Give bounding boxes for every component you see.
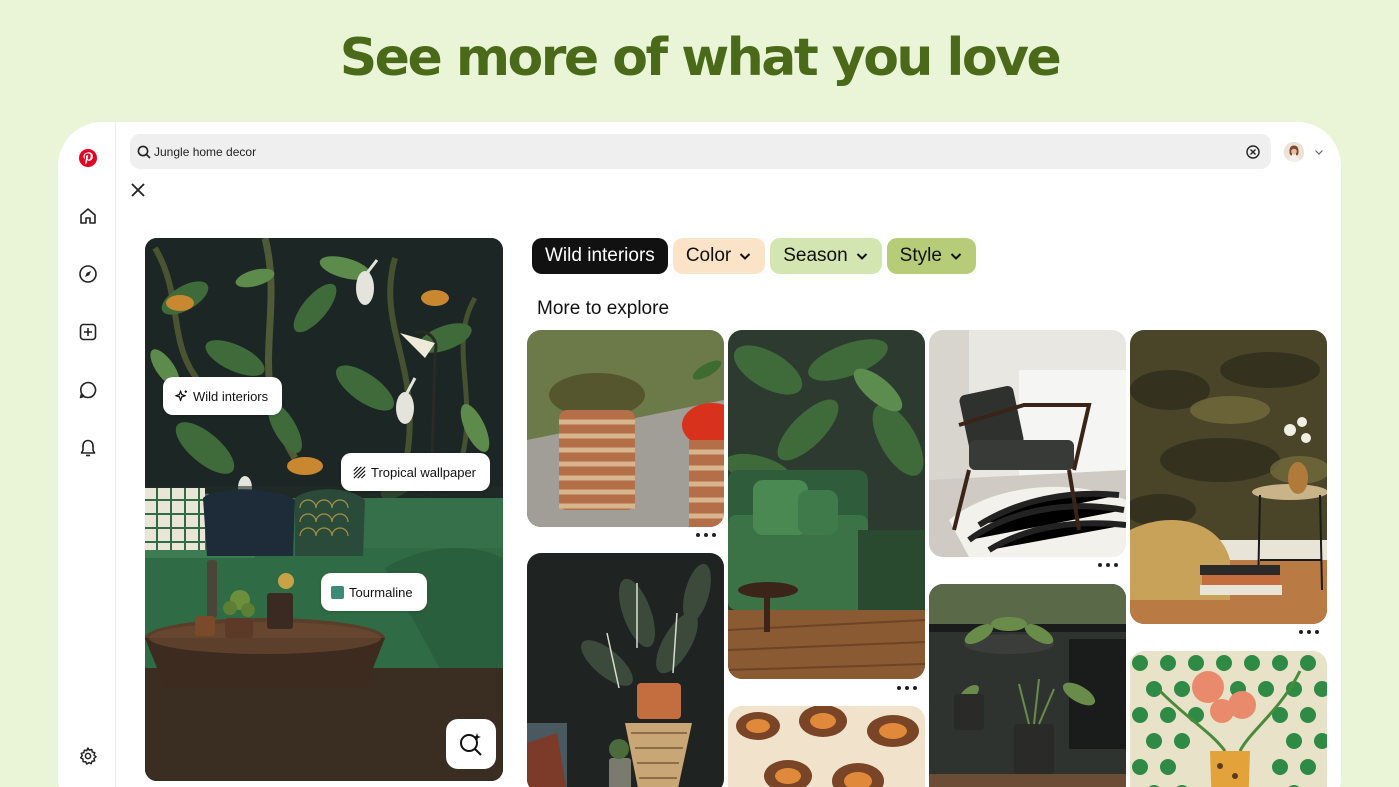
clear-search-icon[interactable]: [1245, 144, 1261, 160]
pin-green-sofa[interactable]: [728, 330, 925, 679]
pin-leopard-pattern[interactable]: [728, 706, 925, 787]
filter-wild-interiors[interactable]: Wild interiors: [532, 238, 668, 274]
filter-style[interactable]: Style: [886, 238, 976, 274]
explore-compass-icon[interactable]: [76, 262, 100, 286]
search-icon: [137, 145, 151, 159]
filter-wild-interiors-label: Wild interiors: [545, 245, 655, 266]
chip-tourmaline[interactable]: Tourmaline: [321, 573, 427, 611]
chevron-down-icon: [740, 253, 751, 260]
filter-season[interactable]: Season: [770, 238, 882, 274]
avatar[interactable]: [1284, 142, 1304, 162]
more-options-icon[interactable]: [696, 529, 716, 541]
hero-image: Wild interiors Tropical wallpaper Tourma…: [145, 238, 503, 781]
chevron-down-icon: [950, 253, 962, 260]
search-input[interactable]: [154, 144, 1245, 159]
lens-search-icon: [460, 733, 482, 756]
pin-armchair[interactable]: [929, 330, 1126, 557]
pin-balcony-plants[interactable]: [929, 584, 1126, 787]
search-bar[interactable]: [130, 134, 1271, 169]
pin-side-table[interactable]: [1130, 330, 1327, 624]
filter-color[interactable]: Color: [672, 238, 766, 274]
pinterest-logo-icon[interactable]: [76, 146, 100, 170]
chevron-down-icon: [856, 253, 867, 260]
pin-stools[interactable]: [527, 330, 724, 527]
more-options-icon[interactable]: [897, 682, 917, 694]
color-swatch: [331, 585, 344, 599]
pin-flowers-polka[interactable]: [1130, 651, 1327, 787]
chip-tropical-wallpaper-label: Tropical wallpaper: [371, 464, 477, 480]
chip-wild-interiors[interactable]: Wild interiors: [163, 377, 283, 415]
settings-gear-icon[interactable]: [76, 744, 100, 768]
messages-icon[interactable]: [76, 378, 100, 402]
sparkle-icon: [173, 388, 189, 404]
more-options-icon[interactable]: [1299, 626, 1319, 638]
filter-color-label: Color: [685, 245, 732, 266]
pattern-icon: [351, 464, 367, 480]
visual-search-button[interactable]: [446, 719, 496, 769]
chip-tourmaline-label: Tourmaline: [349, 584, 413, 600]
account-chevron-down-icon[interactable]: [1313, 146, 1325, 158]
filter-style-label: Style: [899, 245, 942, 266]
chip-wild-interiors-label: Wild interiors: [193, 388, 269, 404]
app-window: Wild interiors Tropical wallpaper Tourma…: [58, 122, 1341, 787]
filter-season-label: Season: [783, 245, 848, 266]
close-icon[interactable]: [128, 180, 148, 200]
notifications-bell-icon[interactable]: [76, 436, 100, 460]
section-title: More to explore: [537, 298, 670, 319]
filter-bar: Wild interiors Color Season Style: [532, 238, 976, 274]
home-icon[interactable]: [76, 204, 100, 228]
more-options-icon[interactable]: [1098, 559, 1118, 571]
page-headline: See more of what you love: [339, 28, 1062, 88]
chip-tropical-wallpaper[interactable]: Tropical wallpaper: [341, 453, 491, 491]
sidebar: [58, 122, 116, 787]
pin-plant[interactable]: [527, 553, 724, 787]
create-plus-icon[interactable]: [76, 320, 100, 344]
